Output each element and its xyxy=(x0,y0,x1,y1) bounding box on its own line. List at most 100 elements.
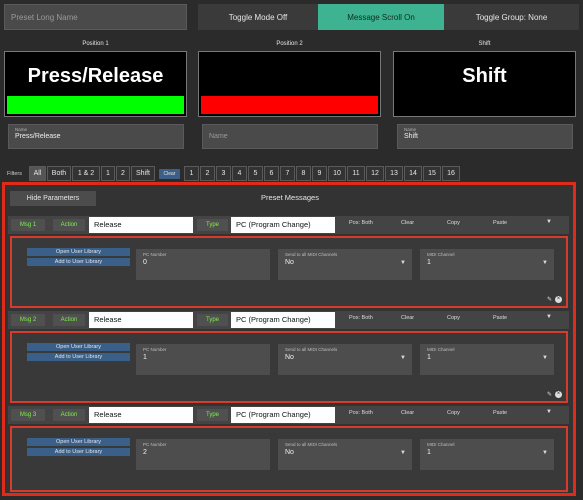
preset-long-name-input[interactable]: Preset Long Name xyxy=(4,4,187,30)
caret-down-icon[interactable]: ▼ xyxy=(546,314,552,320)
filter-num-button[interactable]: 11 xyxy=(347,166,365,181)
add-to-user-library-button[interactable]: Add to User Library xyxy=(27,448,130,456)
toggle-mode-button[interactable]: Toggle Mode Off xyxy=(198,4,318,30)
position-1-display-text: Press/Release xyxy=(27,65,164,87)
send-all-channels-select[interactable]: Send to all MIDI Channels No ▼ xyxy=(278,439,412,470)
position-select[interactable]: Pos: Both xyxy=(349,220,373,226)
action-input[interactable]: Release xyxy=(89,217,193,233)
caret-down-icon: ▼ xyxy=(542,355,548,361)
position-1-display[interactable]: Press/Release xyxy=(4,51,187,117)
position-1-label: Position 1 xyxy=(82,41,109,47)
type-select[interactable]: PC (Program Change) xyxy=(231,217,335,233)
midi-channel-select[interactable]: MIDI Channel 1 ▼ xyxy=(420,249,554,280)
add-to-user-library-button[interactable]: Add to User Library xyxy=(27,258,130,266)
position-2-name-field[interactable]: Name xyxy=(202,124,378,149)
copy-button[interactable]: Copy xyxy=(447,220,460,226)
filter-1-2-button[interactable]: 1 & 2 xyxy=(72,166,100,181)
filter-num-button[interactable]: 7 xyxy=(280,166,295,181)
send-all-channels-select[interactable]: Send to all MIDI Channels No ▼ xyxy=(278,249,412,280)
pc-number-field[interactable]: PC Number 2 xyxy=(136,439,270,470)
action-input[interactable]: Release xyxy=(89,407,193,423)
message-row-2: Msg 2 Action Release Type PC (Program Ch… xyxy=(8,311,569,329)
caret-down-icon: ▼ xyxy=(542,260,548,266)
midi-channel-value: 1 xyxy=(427,259,431,266)
midi-channel-value: 1 xyxy=(427,449,431,456)
paste-button[interactable]: Paste xyxy=(493,220,507,226)
pc-number-value: 0 xyxy=(143,259,147,266)
clear-button[interactable]: Clear xyxy=(401,220,414,226)
paste-button[interactable]: Paste xyxy=(493,410,507,416)
message-actions: ✎ × xyxy=(547,296,562,303)
message-tag: Msg 3 xyxy=(11,409,45,421)
filter-1-button[interactable]: 1 xyxy=(101,166,115,181)
caret-down-icon[interactable]: ▼ xyxy=(546,409,552,415)
filter-num-button[interactable]: 9 xyxy=(312,166,327,181)
pc-number-value: 1 xyxy=(143,354,147,361)
close-circle-icon[interactable]: × xyxy=(555,296,562,303)
type-label: Type xyxy=(197,409,228,421)
copy-button[interactable]: Copy xyxy=(447,315,460,321)
filter-both-button[interactable]: Both xyxy=(47,166,71,181)
name-label: Name xyxy=(15,127,28,132)
filter-num-button[interactable]: 2 xyxy=(200,166,215,181)
pc-number-field[interactable]: PC Number 1 xyxy=(136,344,270,375)
hide-parameters-button[interactable]: Hide Parameters xyxy=(10,191,96,206)
pencil-icon[interactable]: ✎ xyxy=(547,391,552,398)
filter-num-button[interactable]: 5 xyxy=(248,166,263,181)
toggle-group-button[interactable]: Toggle Group: None xyxy=(444,4,579,30)
filter-all-button[interactable]: All xyxy=(29,166,46,181)
message-tag: Msg 2 xyxy=(11,314,45,326)
action-input[interactable]: Release xyxy=(89,312,193,328)
filter-num-button[interactable]: 8 xyxy=(296,166,311,181)
position-2-display[interactable] xyxy=(198,51,381,117)
clear-button[interactable]: Clear xyxy=(401,315,414,321)
filter-clear-button[interactable]: Clear xyxy=(159,169,180,179)
pencil-icon[interactable]: ✎ xyxy=(547,296,552,303)
filter-num-button[interactable]: 16 xyxy=(442,166,460,181)
filter-num-button[interactable]: 13 xyxy=(385,166,403,181)
open-user-library-button[interactable]: Open User Library xyxy=(27,438,130,446)
copy-button[interactable]: Copy xyxy=(447,410,460,416)
filter-num-button[interactable]: 6 xyxy=(264,166,279,181)
filter-num-button[interactable]: 1 xyxy=(184,166,199,181)
clear-button[interactable]: Clear xyxy=(401,410,414,416)
action-label: Action xyxy=(53,409,85,421)
position-2-color-bar xyxy=(201,96,378,114)
open-user-library-button[interactable]: Open User Library xyxy=(27,343,130,351)
shift-display[interactable]: Shift xyxy=(393,51,576,117)
filter-num-button[interactable]: 10 xyxy=(328,166,346,181)
send-all-channels-label: Send to all MIDI Channels xyxy=(285,442,338,447)
caret-down-icon[interactable]: ▼ xyxy=(546,219,552,225)
pc-number-label: PC Number xyxy=(143,347,167,352)
position-1-color-bar xyxy=(7,96,184,114)
send-all-channels-value: No xyxy=(285,259,294,266)
position-1-name-field[interactable]: Name Press/Release xyxy=(8,124,184,149)
open-user-library-button[interactable]: Open User Library xyxy=(27,248,130,256)
position-select[interactable]: Pos: Both xyxy=(349,410,373,416)
midi-channel-value: 1 xyxy=(427,354,431,361)
message-actions: ✎ × xyxy=(547,391,562,398)
message-tag: Msg 1 xyxy=(11,219,45,231)
type-select[interactable]: PC (Program Change) xyxy=(231,407,335,423)
type-select[interactable]: PC (Program Change) xyxy=(231,312,335,328)
filter-num-button[interactable]: 4 xyxy=(232,166,247,181)
filter-num-button[interactable]: 14 xyxy=(404,166,422,181)
filter-shift-button[interactable]: Shift xyxy=(131,166,155,181)
close-circle-icon[interactable]: × xyxy=(555,391,562,398)
position-select[interactable]: Pos: Both xyxy=(349,315,373,321)
filter-num-button[interactable]: 3 xyxy=(216,166,231,181)
shift-name-field[interactable]: Name Shift xyxy=(397,124,573,149)
filter-num-button[interactable]: 15 xyxy=(423,166,441,181)
message-scroll-button[interactable]: Message Scroll On xyxy=(318,4,444,30)
midi-channel-select[interactable]: MIDI Channel 1 ▼ xyxy=(420,439,554,470)
midi-channel-select[interactable]: MIDI Channel 1 ▼ xyxy=(420,344,554,375)
midi-channel-label: MIDI Channel xyxy=(427,252,455,257)
add-to-user-library-button[interactable]: Add to User Library xyxy=(27,353,130,361)
filter-2-button[interactable]: 2 xyxy=(116,166,130,181)
send-all-channels-select[interactable]: Send to all MIDI Channels No ▼ xyxy=(278,344,412,375)
name-value: Shift xyxy=(404,133,419,140)
filter-num-button[interactable]: 12 xyxy=(366,166,384,181)
shift-label: Shift xyxy=(478,41,491,47)
pc-number-field[interactable]: PC Number 0 xyxy=(136,249,270,280)
paste-button[interactable]: Paste xyxy=(493,315,507,321)
